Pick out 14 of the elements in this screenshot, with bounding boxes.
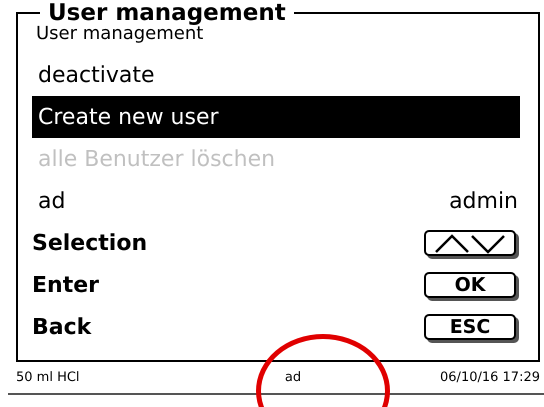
status-text: 50 ml HCl	[16, 370, 81, 385]
menu-item[interactable]: Create new user	[32, 96, 520, 138]
menu-item[interactable]: deactivate	[32, 54, 520, 96]
key-button[interactable]: ESC	[424, 314, 516, 340]
field-label: ad	[38, 188, 66, 214]
status-datetime: 06/10/16 17:29	[440, 370, 540, 385]
softkey-label: Enter	[32, 272, 99, 298]
softkey-label: Back	[32, 314, 92, 340]
up-down-key[interactable]	[424, 230, 516, 256]
field-value[interactable]: admin	[449, 188, 518, 214]
status-user: ad	[284, 370, 302, 385]
screen-title: User management	[48, 0, 287, 26]
key-button[interactable]: OK	[424, 272, 516, 298]
softkey-label: Selection	[32, 230, 148, 256]
